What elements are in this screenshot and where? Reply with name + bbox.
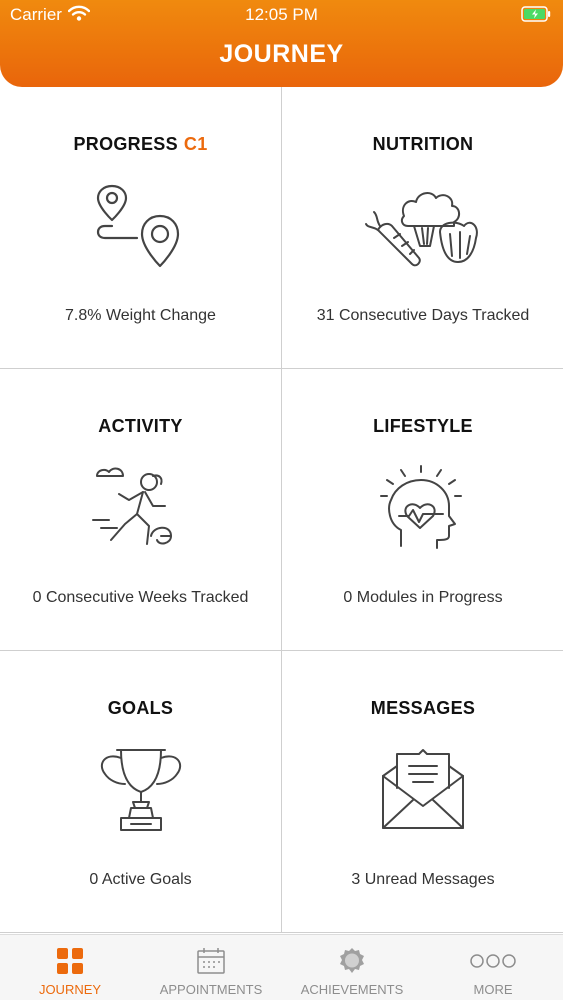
tab-appointments[interactable]: APPOINTMENTS <box>141 935 281 1000</box>
grid-icon <box>56 947 84 975</box>
tile-messages[interactable]: MESSAGES 3 Unread Messages <box>282 651 563 933</box>
tile-goals[interactable]: GOALS 0 Active Goals <box>0 651 282 933</box>
tab-achievements[interactable]: ACHIEVEMENTS <box>282 935 422 1000</box>
tab-more[interactable]: MORE <box>423 935 563 1000</box>
tab-label: JOURNEY <box>38 982 102 997</box>
tab-label: MORE <box>473 982 513 997</box>
tab-label: APPOINTMENTS <box>159 982 263 997</box>
tile-title: NUTRITION <box>372 134 474 154</box>
tile-subtitle: 0 Consecutive Weeks Tracked <box>32 589 249 606</box>
status-time: 12:05 PM <box>245 5 318 24</box>
tile-title: ACTIVITY <box>98 416 183 436</box>
tile-subtitle: 31 Consecutive Days Tracked <box>316 307 530 324</box>
tile-title-text: PROGRESS <box>73 134 178 154</box>
more-icon <box>469 947 517 975</box>
route-map-icon <box>91 182 191 272</box>
tab-label: ACHIEVEMENTS <box>300 982 404 997</box>
tile-activity[interactable]: ACTIVITY 0 Consecutive Weeks Tracked <box>0 369 282 651</box>
runner-icon <box>91 464 191 554</box>
level-badge: C1 <box>183 134 208 154</box>
app-header: Carrier 12:05 PM JOURNEY <box>0 0 563 87</box>
tile-progress[interactable]: PROGRESS C1 7.8% Weight Change <box>0 87 282 369</box>
tile-subtitle: 7.8% Weight Change <box>65 307 216 324</box>
tab-journey[interactable]: JOURNEY <box>0 935 140 1000</box>
envelope-icon <box>373 746 473 836</box>
tile-title: MESSAGES <box>370 698 476 718</box>
tile-lifestyle[interactable]: LIFESTYLE 0 Modules in Progress <box>282 369 563 651</box>
vegetables-icon <box>364 182 482 272</box>
battery-icon <box>521 6 551 27</box>
tile-title: PROGRESS C1 <box>0 134 281 155</box>
tile-subtitle: 3 Unread Messages <box>351 871 495 888</box>
calendar-icon <box>197 947 225 975</box>
tab-bar: JOURNEY APPOINTMENTS ACHIEVEMENTS MORE <box>0 934 563 1000</box>
tile-subtitle: 0 Modules in Progress <box>343 589 503 606</box>
tile-subtitle: 0 Active Goals <box>89 871 192 888</box>
journey-grid: PROGRESSC1 7.8% Weight Change NUTRITION <box>0 87 563 934</box>
badge-icon <box>338 947 366 975</box>
status-bar: Carrier 12:05 PM <box>0 0 563 30</box>
tile-title: LIFESTYLE <box>373 416 473 436</box>
tile-title: GOALS <box>107 698 174 718</box>
mind-heart-icon <box>373 464 473 554</box>
tile-nutrition[interactable]: NUTRITION 31 Consecutive Days Tracked <box>282 87 563 369</box>
trophy-icon <box>91 746 191 836</box>
page-title: JOURNEY <box>219 40 344 68</box>
